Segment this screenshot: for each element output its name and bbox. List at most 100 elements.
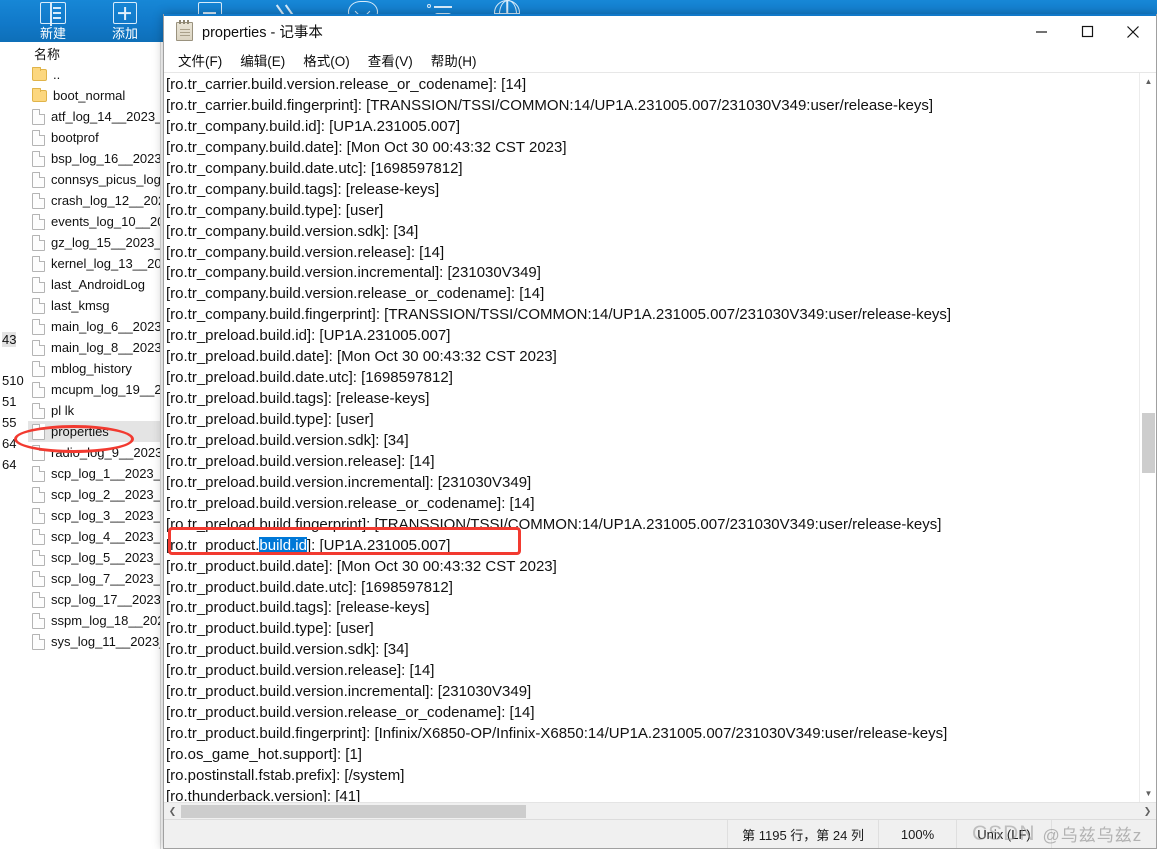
file-list-item[interactable]: scp_log_1__2023_103 [28,463,160,484]
notepad-text-line: [ro.tr_preload.build.date.utc]: [1698597… [166,368,1139,389]
file-list-item[interactable]: boot_normal [28,85,160,106]
file-list-item[interactable]: bsp_log_16__2023_1 [28,148,160,169]
horizontal-scrollbar-thumb[interactable] [181,805,526,818]
file-list-item-label: sys_log_11__2023_10 [51,634,160,649]
close-icon[interactable] [1110,15,1156,48]
menu-edit[interactable]: 编辑(E) [231,47,294,73]
notepad-text-line: [ro.tr_product.build.type]: [user] [166,619,1139,640]
file-list-item-label: events_log_10__2023 [51,214,160,229]
file-list-item[interactable]: crash_log_12__2023_ [28,190,160,211]
file-icon [32,361,45,377]
notepad-text-line: [ro.os_game_hot.support]: [1] [166,745,1139,766]
file-list-item[interactable]: mblog_history [28,358,160,379]
file-list-item-label: mblog_history [51,361,132,376]
file-list-item-label: pl lk [51,403,74,418]
minimize-icon[interactable] [1018,15,1064,48]
vertical-scrollbar[interactable]: ▲ ▼ [1139,73,1156,802]
vertical-scrollbar-thumb[interactable] [1142,413,1155,473]
toolbar-button-new[interactable]: 新建 [18,0,88,42]
file-list-item[interactable]: .. [28,64,160,85]
scroll-down-icon[interactable]: ▼ [1140,785,1156,802]
toolbar-label-add: 添加 [112,26,138,41]
file-icon [32,592,45,608]
file-list-item-label: bsp_log_16__2023_1 [51,151,160,166]
folder-icon [32,90,47,102]
file-list-item[interactable]: main_log_6__2023_10 [28,316,160,337]
scroll-left-icon[interactable]: ❮ [164,803,181,820]
notepad-titlebar[interactable]: properties - 记事本 [164,14,1156,47]
notepad-editor-area[interactable]: [ro.tr_carrier.build.version.release_or_… [164,72,1156,802]
file-icon [32,340,45,356]
file-list-item[interactable]: scp_log_3__2023_10 [28,505,160,526]
notepad-text-line: [ro.tr_preload.build.tags]: [release-key… [166,389,1139,410]
notepad-text-line: [ro.tr_preload.build.type]: [user] [166,410,1139,431]
file-list-item-label: crash_log_12__2023_ [51,193,160,208]
notepad-text-line: [ro.tr_preload.build.version.incremental… [166,473,1139,494]
file-list-item[interactable]: scp_log_2__2023_103 [28,484,160,505]
file-list-item[interactable]: scp_log_4__2023_10 [28,526,160,547]
file-icon [32,529,45,545]
file-list-item[interactable]: connsys_picus_log_2 [28,169,160,190]
file-list-item[interactable]: radio_log_9__2023_1 [28,442,160,463]
file-list-item[interactable]: gz_log_15__2023_10 [28,232,160,253]
file-list-item-label: boot_normal [53,88,125,103]
file-list-item-label: last_kmsg [51,298,110,313]
file-icon [32,277,45,293]
notepad-text-line: [ro.tr_company.build.version.release_or_… [166,284,1139,305]
file-list-item-label: atf_log_14__2023_10 [51,109,160,124]
file-list-item-label: scp_log_7__2023_103 [51,571,160,586]
maximize-icon[interactable] [1064,15,1110,48]
status-cursor-position: 第 1195 行，第 24 列 [727,820,878,849]
line-prefix: [ro.tr_product. [166,537,259,554]
file-list-item[interactable]: sspm_log_18__2023_ [28,610,160,631]
file-list-item-label: connsys_picus_log_2 [51,172,160,187]
menu-view[interactable]: 查看(V) [359,47,422,73]
notepad-menubar: 文件(F) 编辑(E) 格式(O) 查看(V) 帮助(H) [164,47,1156,72]
scroll-right-icon[interactable]: ❯ [1139,803,1156,820]
file-icon [32,424,45,440]
file-size-value: 64 [2,457,16,472]
notepad-text-content[interactable]: [ro.tr_carrier.build.version.release_or_… [164,73,1139,802]
file-icon [32,151,45,167]
file-list-item[interactable]: mcupm_log_19__202 [28,379,160,400]
file-list-item-label: properties [51,424,109,439]
status-line-ending[interactable]: Unix (LF) [956,820,1051,849]
toolbar-button-add[interactable]: 添加 [90,0,160,42]
menu-format[interactable]: 格式(O) [294,47,359,73]
notepad-text-line: [ro.tr_preload.build.version.sdk]: [34] [166,431,1139,452]
notepad-text-line: [ro.tr_company.build.version.release]: [… [166,243,1139,264]
file-list-item-label: bootprof [51,130,99,145]
notepad-text-line: [ro.tr_company.build.fingerprint]: [TRAN… [166,305,1139,326]
file-list-item[interactable]: bootprof [28,127,160,148]
notepad-text-line: [ro.tr_product.build.fingerprint]: [Infi… [166,724,1139,745]
status-encoding[interactable] [1051,820,1156,849]
file-icon [32,214,45,230]
file-list-item[interactable]: scp_log_5__2023_103 [28,547,160,568]
file-list-item[interactable]: atf_log_14__2023_10 [28,106,160,127]
file-list-item[interactable]: scp_log_17__2023_10 [28,589,160,610]
file-list-item-label: .. [53,67,60,82]
notepad-text-line: [ro.tr_company.build.id]: [UP1A.231005.0… [166,117,1139,138]
selected-text[interactable]: build.id [259,537,307,554]
file-list-item[interactable]: scp_log_7__2023_103 [28,568,160,589]
scroll-up-icon[interactable]: ▲ [1140,73,1156,90]
file-list-item[interactable]: pl lk [28,400,160,421]
file-list-header-name: 名称 [28,42,160,64]
notepad-text-line: [ro.tr_company.build.version.sdk]: [34] [166,222,1139,243]
file-list-item[interactable]: last_kmsg [28,295,160,316]
file-list-item[interactable]: last_AndroidLog [28,274,160,295]
file-list-item[interactable]: properties [28,421,160,442]
menu-help[interactable]: 帮助(H) [422,47,486,73]
file-icon [32,130,45,146]
file-list-item[interactable]: events_log_10__2023 [28,211,160,232]
file-list-item[interactable]: sys_log_11__2023_10 [28,631,160,652]
file-list-item[interactable]: main_log_8__2023_10 [28,337,160,358]
file-list-item[interactable]: kernel_log_13__2023 [28,253,160,274]
file-icon [32,109,45,125]
notepad-text-line: [ro.tr_product.build.id]: [UP1A.231005.0… [166,536,1139,557]
file-icon [32,298,45,314]
horizontal-scrollbar[interactable]: ❮ ❯ [164,802,1156,819]
status-zoom-level[interactable]: 100% [878,820,956,849]
menu-file[interactable]: 文件(F) [169,47,231,73]
notepad-text-line: [ro.tr_company.build.date]: [Mon Oct 30 … [166,138,1139,159]
